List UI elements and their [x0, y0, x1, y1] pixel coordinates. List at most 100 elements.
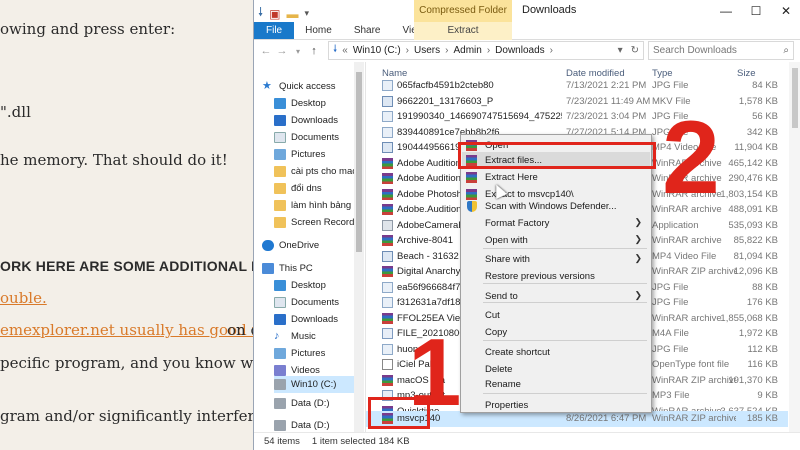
- file-size: 81,094 KB: [733, 250, 778, 262]
- winrar-archive-icon: [382, 312, 393, 324]
- menu-item-create-shortcut[interactable]: Create shortcut: [462, 344, 650, 361]
- file-row[interactable]: 9662201_13176603_P 7/23/2021 11:49 AM MKV …: [366, 94, 788, 110]
- tab-share[interactable]: Share: [343, 22, 392, 39]
- nav-item[interactable]: Documents✱: [274, 129, 365, 146]
- menu-item-extract-here[interactable]: Extract Here: [462, 169, 650, 186]
- img-file-icon: [382, 343, 393, 355]
- nav-item[interactable]: Downloads: [274, 311, 365, 328]
- step-number-1: 1: [408, 319, 462, 426]
- nav-item[interactable]: Screen Record: [274, 214, 365, 231]
- nav-item[interactable]: làm hình bảng c: [274, 197, 365, 214]
- file-date: 7/13/2021 2:21 PM: [566, 80, 647, 91]
- folder-icon: [274, 183, 286, 194]
- context-menu: Open Extract files... Extract Here Extract …: [460, 134, 652, 413]
- downloads-folder-icon: 🠗: [333, 44, 338, 55]
- nav-item[interactable]: đổi dns: [274, 180, 365, 197]
- search-input[interactable]: Search Downloads ⌕: [648, 41, 794, 60]
- nav-item[interactable]: Desktop✱: [274, 95, 365, 112]
- nav-item-selected[interactable]: Win10 (C:): [274, 376, 354, 393]
- nav-item[interactable]: Downloads✱: [274, 112, 365, 129]
- forward-arrow-icon[interactable]: →: [274, 45, 290, 57]
- vid-file-icon: [382, 95, 393, 107]
- navigation-bar: ← → ▾ ↑ 🠗 « Win10 (C:) › Users › Admin ›…: [254, 40, 800, 62]
- article-background: owing and press enter: ".dll he memory. …: [0, 0, 260, 450]
- highlight-extract-files: [458, 142, 656, 169]
- submenu-arrow-icon: ❯: [634, 234, 642, 244]
- menu-item-label: Open with: [485, 235, 528, 246]
- nav-item[interactable]: cài pts cho mac: [274, 163, 365, 180]
- close-button[interactable]: ✕: [771, 0, 800, 22]
- file-row[interactable]: 191990340_146690747515694_4752256005... 7…: [366, 109, 788, 125]
- file-size: 9 KB: [757, 390, 778, 401]
- file-date: 7/23/2021 3:04 PM: [566, 111, 647, 122]
- address-dropdown-icon[interactable]: ▾: [618, 45, 623, 56]
- properties-icon[interactable]: ▣: [269, 7, 280, 21]
- chevron-down-icon[interactable]: ▾: [305, 8, 310, 19]
- downloads-icon: [274, 314, 286, 325]
- file-row[interactable]: 065facfb4591b2cteb80 7/13/2021 2:21 PM JPG…: [366, 78, 788, 94]
- file-size: 185 KB: [746, 413, 778, 424]
- menu-item-label: Create shortcut: [485, 347, 550, 358]
- nav-item[interactable]: Data (D:): [274, 417, 365, 432]
- menu-item-scan-with-windows-defender[interactable]: Scan with Windows Defender...: [462, 198, 650, 215]
- nav-scrollbar[interactable]: [354, 62, 364, 432]
- tab-file[interactable]: File: [254, 22, 295, 39]
- pictures-icon: [274, 149, 286, 160]
- nav-onedrive[interactable]: OneDrive: [262, 237, 365, 254]
- breadcrumb-item[interactable]: Downloads: [495, 45, 544, 56]
- desktop-icon: [274, 98, 286, 109]
- file-size: 1,578 KB: [738, 95, 778, 107]
- nav-item[interactable]: ♪ Music: [274, 328, 365, 345]
- file-name: 065facfb4591b2cteb80: [397, 80, 494, 91]
- refresh-icon[interactable]: ↻: [631, 45, 639, 56]
- breadcrumb-item[interactable]: Users: [414, 45, 440, 56]
- winrar-archive-icon: [382, 173, 393, 184]
- recent-chevron-icon[interactable]: ▾: [290, 47, 306, 56]
- documents-icon: [274, 132, 286, 143]
- nav-item[interactable]: Documents: [274, 294, 365, 311]
- app-file-icon: [382, 219, 393, 231]
- nav-item[interactable]: Desktop: [274, 277, 365, 294]
- quick-access-toolbar: 🠗 ▣ ▬ ▾: [258, 3, 309, 24]
- nav-this-pc[interactable]: This PC: [262, 260, 365, 277]
- menu-separator: [483, 248, 647, 249]
- file-list-scrollbar[interactable]: [789, 62, 800, 432]
- menu-item-rename[interactable]: Rename: [462, 376, 650, 393]
- menu-item-label: Scan with Windows Defender...: [485, 201, 617, 212]
- article-link[interactable]: emexplorer.net usually has good intel: [0, 321, 260, 339]
- pictures-icon: [274, 348, 286, 359]
- back-arrow-icon[interactable]: ←: [258, 45, 274, 57]
- article-link[interactable]: ouble.: [0, 289, 47, 307]
- step-number-2: 2: [662, 100, 720, 216]
- breadcrumb-item[interactable]: Win10 (C:): [353, 45, 401, 56]
- minimize-button[interactable]: —: [711, 0, 741, 22]
- menu-item-copy[interactable]: Copy: [462, 324, 650, 341]
- selection-info: 1 item selected 184 KB: [311, 436, 410, 447]
- menu-item-share-with[interactable]: Share with ❯: [462, 251, 650, 268]
- nav-quick-access[interactable]: ★ Quick access: [262, 78, 365, 95]
- folder-icon: [274, 166, 286, 177]
- videos-icon: [274, 365, 286, 376]
- up-arrow-icon[interactable]: ↑: [306, 45, 322, 57]
- folder-icon[interactable]: ▬: [287, 7, 299, 21]
- nav-item[interactable]: Pictures: [274, 345, 365, 362]
- tab-home[interactable]: Home: [294, 22, 343, 39]
- nav-item[interactable]: Data (D:): [274, 395, 365, 412]
- drive-icon: [274, 398, 286, 409]
- tab-extract[interactable]: Extract: [414, 22, 512, 40]
- winrar-archive-icon: [382, 188, 393, 200]
- breadcrumb-item[interactable]: Admin: [453, 45, 481, 56]
- address-bar[interactable]: 🠗 « Win10 (C:) › Users › Admin › Downloa…: [328, 41, 644, 60]
- file-size: 85,822 KB: [733, 235, 778, 246]
- download-arrow-icon[interactable]: 🠗: [258, 3, 263, 24]
- submenu-arrow-icon: ❯: [634, 253, 642, 263]
- maximize-button[interactable]: ☐: [741, 0, 771, 22]
- menu-item-format-factory[interactable]: Format Factory ❯: [462, 215, 650, 232]
- file-size: 465,142 KB: [728, 157, 778, 169]
- menu-item-open-with[interactable]: Open with ❯: [462, 232, 650, 249]
- menu-item-cut[interactable]: Cut: [462, 307, 650, 324]
- file-size: 488,091 KB: [728, 204, 778, 215]
- menu-item-properties[interactable]: Properties: [462, 397, 650, 414]
- nav-item[interactable]: Pictures✱: [274, 146, 365, 163]
- article-line: owing and press enter:: [0, 20, 176, 38]
